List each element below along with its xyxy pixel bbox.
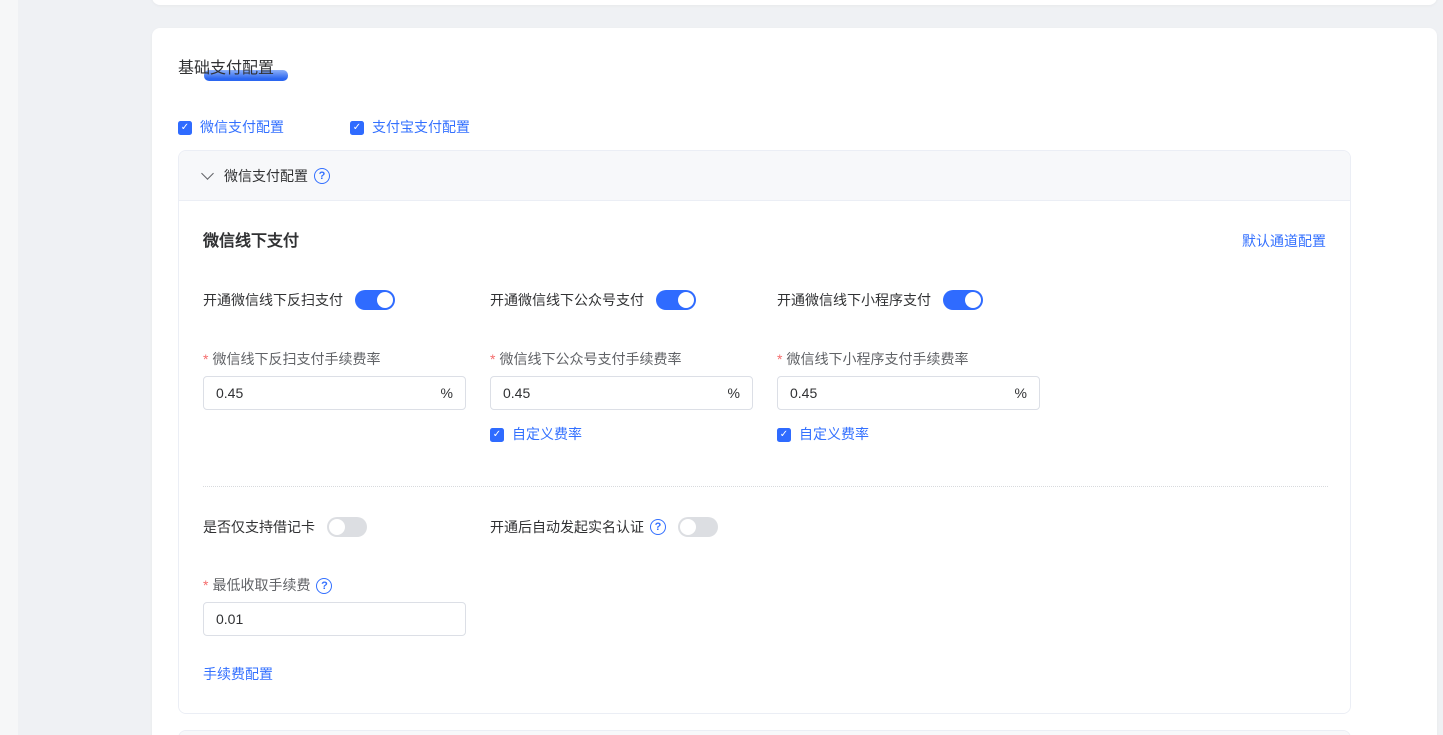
basic-payment-config-card: 基础支付配置 ✓ 微信支付配置 ✓ 支付宝支付配置 微信支付配置 ? 微信线下支… (152, 28, 1437, 735)
wechat-panel-body: 微信线下支付 默认通道配置 开通微信线下反扫支付 开通微信线下公众号支付 开通微… (179, 201, 1350, 713)
checkbox-label[interactable]: 支付宝支付配置 (372, 118, 470, 137)
min-fee-input-wrapper (203, 602, 466, 636)
toggle-debit-card-only[interactable] (327, 517, 367, 537)
checkbox-label[interactable]: 微信支付配置 (200, 118, 284, 137)
chevron-down-icon[interactable] (201, 167, 214, 180)
mini-program-rate-input[interactable] (790, 385, 1007, 401)
switch-col-realname: 开通后自动发起实名认证 ? (490, 517, 777, 537)
rate-input-wrapper: % (203, 376, 466, 410)
field-reverse-scan-rate: * 微信线下反扫支付手续费率 % (203, 350, 490, 410)
toggle-official-account-pay[interactable] (656, 290, 696, 310)
reverse-scan-rate-input[interactable] (216, 385, 433, 401)
toggle-knob (965, 292, 981, 308)
previous-card-fragment (152, 0, 1437, 5)
toggle-auto-realname-auth[interactable] (678, 517, 718, 537)
min-fee-label: * 最低收取手续费 ? (203, 576, 1326, 595)
percent-suffix: % (441, 385, 453, 401)
wechat-panel-title: 微信支付配置 (224, 166, 308, 186)
official-account-rate-input[interactable] (503, 385, 720, 401)
field-label: * 微信线下反扫支付手续费率 (203, 350, 490, 369)
question-circle-icon[interactable]: ? (316, 578, 332, 594)
field-label: * 微信线下公众号支付手续费率 (490, 350, 777, 369)
checkbox-alipay-pay-config[interactable]: ✓ 支付宝支付配置 (350, 118, 470, 137)
question-circle-icon[interactable]: ? (314, 168, 330, 184)
switch-label: 开通微信线下公众号支付 (490, 291, 644, 310)
fee-rate-fields-row: * 微信线下反扫支付手续费率 % * 微信线下公众号支付手续费率 (203, 350, 1326, 444)
required-asterisk: * (203, 350, 208, 369)
switch-col-mini-program: 开通微信线下小程序支付 (777, 290, 1064, 310)
required-asterisk: * (490, 350, 495, 369)
question-circle-icon[interactable]: ? (650, 519, 666, 535)
percent-suffix: % (728, 385, 740, 401)
fee-config-link[interactable]: 手续费配置 (203, 665, 273, 684)
rate-input-wrapper: % (777, 376, 1040, 410)
switch-label: 是否仅支持借记卡 (203, 518, 315, 537)
alipay-panel-header[interactable]: 支付宝支付配置 (179, 731, 1350, 735)
percent-suffix: % (1015, 385, 1027, 401)
field-mini-program-rate: * 微信线下小程序支付手续费率 % ✓ 自定义费率 (777, 350, 1064, 444)
required-asterisk: * (203, 576, 208, 595)
custom-rate-checkbox-mini[interactable]: ✓ 自定义费率 (777, 425, 1064, 444)
switch-label: 开通微信线下小程序支付 (777, 291, 931, 310)
page-title: 基础支付配置 (178, 58, 274, 80)
checkbox-checked-icon[interactable]: ✓ (777, 428, 791, 442)
payment-type-checkbox-row: ✓ 微信支付配置 ✓ 支付宝支付配置 (178, 118, 1411, 137)
offline-pay-section-title: 微信线下支付 (203, 231, 299, 252)
alipay-pay-config-panel: 支付宝支付配置 (178, 730, 1351, 735)
wechat-panel-header[interactable]: 微信支付配置 ? (179, 151, 1350, 201)
page-left-gutter (0, 0, 18, 735)
default-channel-config-link[interactable]: 默认通道配置 (1242, 232, 1326, 251)
offline-switch-row: 开通微信线下反扫支付 开通微信线下公众号支付 开通微信线下小程序支付 (203, 290, 1326, 310)
custom-rate-label[interactable]: 自定义费率 (799, 425, 869, 444)
toggle-mini-program-pay[interactable] (943, 290, 983, 310)
checkbox-checked-icon[interactable]: ✓ (490, 428, 504, 442)
toggle-knob (678, 292, 694, 308)
secondary-switch-row: 是否仅支持借记卡 开通后自动发起实名认证 ? (203, 517, 1326, 537)
min-fee-input[interactable] (216, 611, 453, 627)
toggle-knob (377, 292, 393, 308)
required-asterisk: * (777, 350, 782, 369)
toggle-knob (680, 519, 696, 535)
dashed-divider (203, 486, 1328, 487)
switch-label: 开通微信线下反扫支付 (203, 291, 343, 310)
switch-col-reverse-scan: 开通微信线下反扫支付 (203, 290, 490, 310)
field-label: * 微信线下小程序支付手续费率 (777, 350, 1064, 369)
checkbox-checked-icon[interactable]: ✓ (350, 121, 364, 135)
checkbox-checked-icon[interactable]: ✓ (178, 121, 192, 135)
field-official-account-rate: * 微信线下公众号支付手续费率 % ✓ 自定义费率 (490, 350, 777, 444)
offline-pay-section-head: 微信线下支付 默认通道配置 (203, 231, 1326, 252)
toggle-reverse-scan-pay[interactable] (355, 290, 395, 310)
switch-col-debit-only: 是否仅支持借记卡 (203, 517, 490, 537)
wechat-pay-config-panel: 微信支付配置 ? 微信线下支付 默认通道配置 开通微信线下反扫支付 开通微信线下… (178, 150, 1351, 714)
switch-col-official-account: 开通微信线下公众号支付 (490, 290, 777, 310)
custom-rate-label[interactable]: 自定义费率 (512, 425, 582, 444)
switch-label: 开通后自动发起实名认证 (490, 518, 644, 537)
checkbox-wechat-pay-config[interactable]: ✓ 微信支付配置 (178, 118, 284, 137)
toggle-knob (329, 519, 345, 535)
rate-input-wrapper: % (490, 376, 753, 410)
custom-rate-checkbox-official[interactable]: ✓ 自定义费率 (490, 425, 777, 444)
